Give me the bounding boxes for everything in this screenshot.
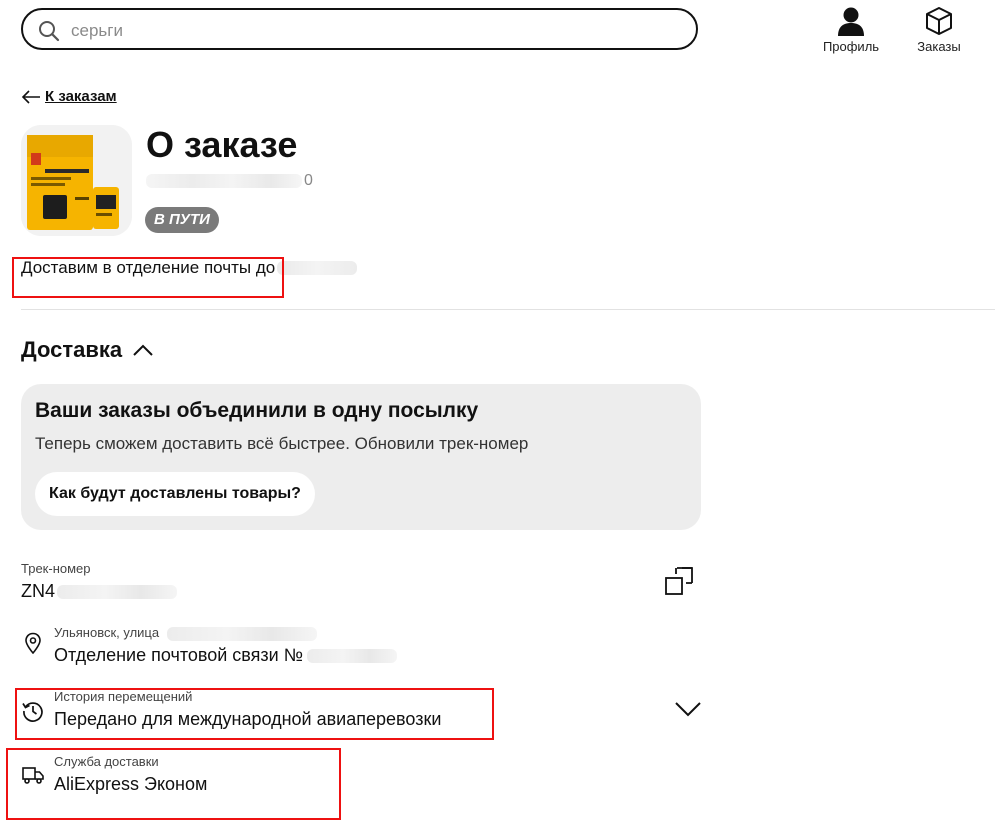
search-input[interactable]: серьги <box>71 21 123 41</box>
track-number-redacted <box>57 584 178 599</box>
address-street-text: Ульяновск, улица <box>54 625 160 640</box>
track-number-prefix: ZN4 <box>21 581 56 601</box>
address-redacted <box>166 626 317 641</box>
delivery-section-header[interactable]: Доставка <box>21 337 154 363</box>
delivery-date-redacted <box>277 261 358 275</box>
chevron-up-icon <box>133 344 153 356</box>
track-number-label: Трек-номер <box>21 561 91 576</box>
divider <box>21 309 995 310</box>
box-icon <box>926 7 952 35</box>
arrow-left-icon <box>21 89 40 104</box>
user-icon <box>838 7 864 36</box>
highlight-box <box>12 257 284 298</box>
orders-button[interactable]: Заказы <box>908 6 970 54</box>
track-number-value: ZN4 <box>21 581 178 602</box>
card-title: Ваши заказы объединили в одну посылку <box>35 399 479 422</box>
card-text: Теперь сможем доставить всё быстрее. Обн… <box>35 434 529 453</box>
location-pin-icon <box>25 632 41 654</box>
post-office-number-redacted <box>307 648 398 663</box>
status-badge: В ПУТИ <box>145 207 219 233</box>
orders-label: Заказы <box>917 39 961 54</box>
search-icon <box>39 21 60 42</box>
order-details-page: серьги Профиль Заказы К заказам О заказе… <box>0 0 995 838</box>
how-delivered-button[interactable]: Как будут доставлены товары? <box>35 472 315 516</box>
highlight-box <box>15 688 494 740</box>
post-office: Отделение почтовой связи № <box>54 645 398 666</box>
memory-card-product-image <box>21 125 132 236</box>
back-link-label: К заказам <box>45 88 117 105</box>
delivery-section-title: Доставка <box>21 337 123 362</box>
search-bar[interactable]: серьги <box>21 8 698 50</box>
highlight-box <box>6 748 341 820</box>
product-thumbnail[interactable] <box>21 125 132 236</box>
combined-parcel-card: Ваши заказы объединили в одну посылку Те… <box>21 384 701 530</box>
address-street: Ульяновск, улица <box>54 625 317 641</box>
profile-label: Профиль <box>822 39 880 54</box>
page-title: О заказе <box>146 124 298 165</box>
order-number: 0 <box>146 172 313 190</box>
back-to-orders-link[interactable]: К заказам <box>21 88 117 105</box>
profile-button[interactable]: Профиль <box>819 6 883 54</box>
order-number-redacted <box>146 174 302 188</box>
copy-icon[interactable] <box>664 566 694 596</box>
order-number-suffix: 0 <box>304 172 313 189</box>
post-office-text: Отделение почтовой связи № <box>54 645 304 665</box>
chevron-down-icon[interactable] <box>674 700 702 718</box>
